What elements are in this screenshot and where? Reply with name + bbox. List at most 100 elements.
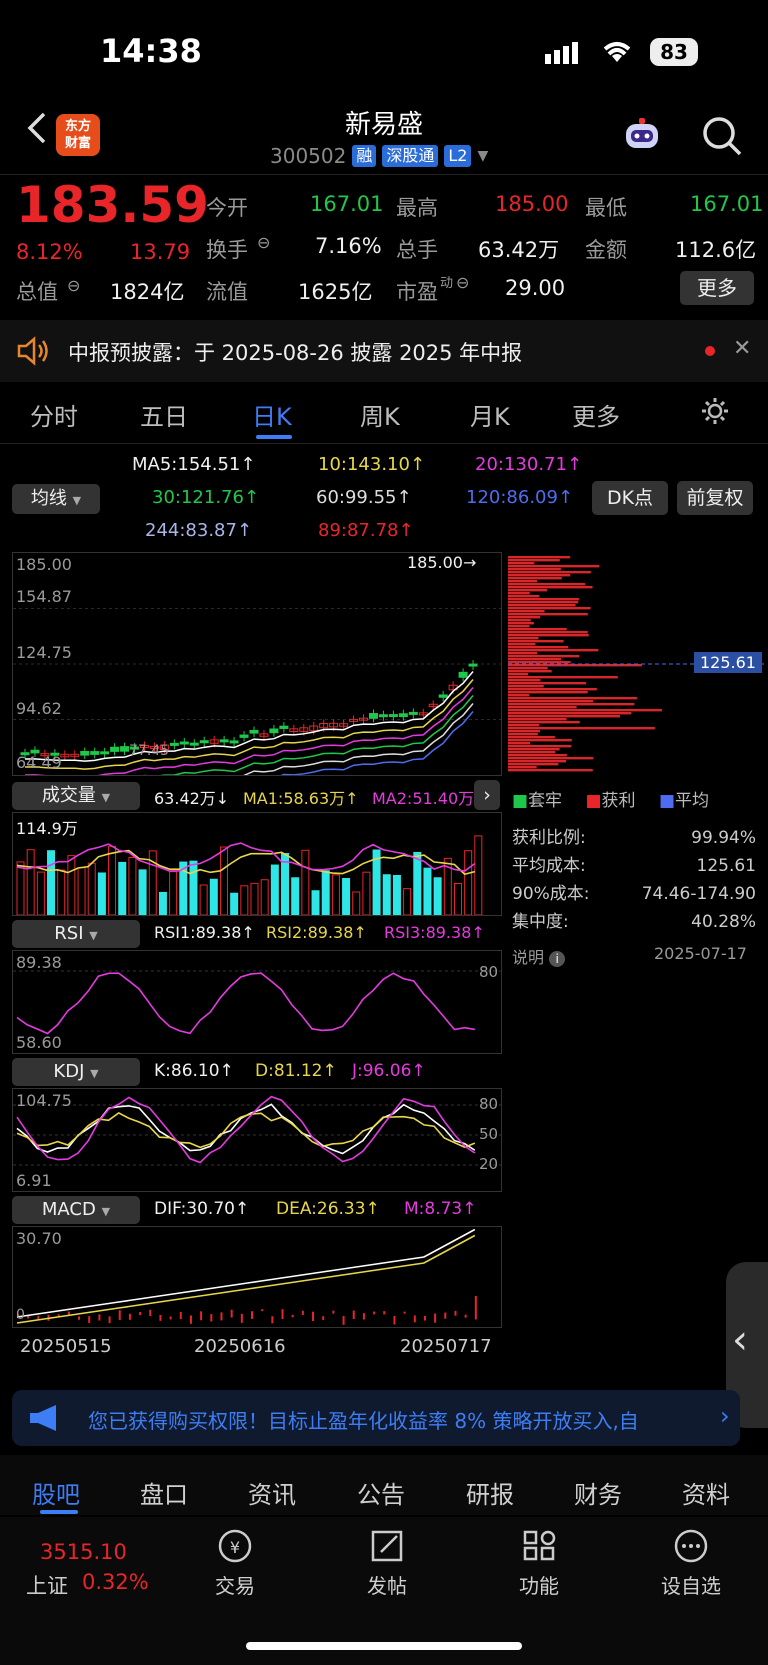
candle [458, 671, 468, 678]
volume-bar [270, 864, 279, 916]
macd-selector[interactable]: MACD ▼ [12, 1196, 140, 1224]
candle [269, 728, 279, 734]
chip-bar [508, 595, 540, 598]
kdj-top-label: 104.75 [16, 1091, 72, 1110]
macd-bar [159, 1315, 162, 1321]
tab-guba[interactable]: 股吧 [32, 1475, 80, 1510]
search-icon[interactable] [700, 114, 744, 158]
candle [239, 734, 249, 738]
tab-more[interactable]: 更多 [572, 397, 620, 432]
tab-profile[interactable]: 资料 [682, 1475, 730, 1510]
volume-bar [311, 890, 320, 916]
tab-intraday[interactable]: 分时 [30, 397, 78, 432]
chip-bar [508, 727, 655, 730]
post-icon[interactable] [342, 1528, 432, 1572]
chip-bar [508, 649, 599, 652]
function-grid-icon[interactable] [494, 1528, 584, 1572]
rsi-top-label: 89.38 [16, 953, 62, 972]
chip-bar [508, 667, 548, 670]
macd-bar [118, 1310, 121, 1320]
float-value: 1625亿 [298, 280, 373, 304]
gear-icon[interactable] [700, 396, 730, 430]
low-value: 167.01 [690, 192, 764, 216]
macd-bar [373, 1311, 376, 1315]
index-name[interactable]: 上证 [26, 1570, 68, 1600]
dk-point-button[interactable]: DK点 [592, 481, 668, 515]
candlestick-chart[interactable]: 185.00 154.87 124.75 94.62 64.49 185.00→… [12, 552, 502, 802]
tab-announcement[interactable]: 公告 [357, 1475, 405, 1510]
rsi-selector[interactable]: RSI ▼ [12, 920, 140, 948]
macd-bar [403, 1311, 406, 1314]
chip-bar [508, 712, 632, 715]
tab-research[interactable]: 研报 [466, 1475, 514, 1510]
info-icon[interactable]: ⊖ [456, 273, 469, 292]
turnover-label: 换手 [206, 238, 248, 262]
volume-bar [219, 846, 228, 916]
add-watchlist-label[interactable]: 设自选 [646, 1570, 736, 1599]
tab-five-day[interactable]: 五日 [140, 397, 188, 432]
macd-chart: 30.70 0 [12, 1226, 502, 1328]
chip-bar [508, 679, 541, 682]
battery-icon: 83 [650, 38, 698, 66]
promo-banner[interactable]: 您已获得购买权限！目标止盈年化收益率 8% 策略开放买入,自 › [12, 1390, 740, 1446]
chevron-left-icon: ‹ [732, 1317, 748, 1363]
volume-bar [57, 869, 66, 916]
assistant-robot-icon[interactable] [620, 116, 664, 156]
amount-label: 金额 [585, 238, 627, 262]
function-label[interactable]: 功能 [494, 1570, 584, 1599]
macd-bar [67, 1311, 70, 1315]
kdj-j: J:96.06↑ [352, 1061, 426, 1081]
trade-label[interactable]: 交易 [190, 1570, 280, 1599]
chip-bar [508, 598, 579, 601]
tab-daily-k[interactable]: 日K [252, 397, 292, 432]
chip-bar [508, 622, 534, 625]
chip-bar [508, 748, 560, 751]
volume-max: 114.9万 [16, 819, 78, 838]
avg-cost-tag: 125.61 [694, 652, 762, 673]
chip-bar [508, 631, 588, 634]
volume-selector[interactable]: 成交量 ▼ [12, 782, 140, 810]
info-icon[interactable]: ⊖ [67, 276, 80, 295]
volume-bar [118, 861, 127, 916]
kdj-d: D:81.12↑ [255, 1061, 337, 1081]
expand-arrow-icon[interactable]: › [474, 780, 500, 810]
post-label[interactable]: 发帖 [342, 1570, 432, 1599]
candle [438, 694, 448, 698]
stock-code-row[interactable]: 300502 融 深股通 L2 ▼ [270, 144, 488, 168]
tab-pankou[interactable]: 盘口 [140, 1475, 188, 1510]
chip-bar [508, 652, 538, 655]
tab-monthly-k[interactable]: 月K [470, 397, 510, 432]
macd-bar [98, 1314, 101, 1321]
add-watchlist-icon[interactable] [646, 1528, 736, 1572]
candle [468, 663, 478, 667]
candle [249, 729, 259, 734]
close-icon[interactable]: ✕ [733, 336, 751, 361]
ma-line [24, 678, 474, 770]
tab-news[interactable]: 资讯 [248, 1475, 296, 1510]
notice-bar[interactable]: 中报预披露：于 2025-08-26 披露 2025 年中报 ✕ [0, 320, 768, 382]
macd-bar [88, 1316, 91, 1323]
trade-icon[interactable]: ¥ [190, 1528, 280, 1572]
chip-bar [508, 574, 571, 577]
tab-finance[interactable]: 财务 [574, 1475, 622, 1510]
macd-dea-line [16, 1234, 476, 1324]
volume-bar [403, 888, 412, 916]
more-button[interactable]: 更多 [680, 271, 754, 305]
macd-bar [444, 1312, 447, 1319]
status-bar: 14:38 83 [0, 0, 768, 100]
chart-tabs: 分时 五日 日K 周K 月K 更多 [0, 382, 768, 444]
adjust-button[interactable]: 前复权 [677, 481, 753, 515]
kdj-selector[interactable]: KDJ ▼ [12, 1058, 140, 1086]
tab-weekly-k[interactable]: 周K [360, 397, 400, 432]
explain-label[interactable]: 说明 i [512, 944, 566, 968]
pe-sup: 动 [440, 276, 454, 291]
candle [279, 725, 289, 729]
chip-bar [508, 604, 576, 607]
info-icon[interactable]: ⊖ [257, 233, 270, 252]
ma-selector[interactable]: 均线 ▼ [12, 484, 100, 514]
volume-bar [87, 862, 96, 916]
chip-date: 2025-07-17 [654, 944, 747, 963]
chip-bar [508, 628, 567, 631]
ma89-label: 89:87.78↑ [318, 520, 414, 541]
chip-bar [508, 769, 593, 772]
